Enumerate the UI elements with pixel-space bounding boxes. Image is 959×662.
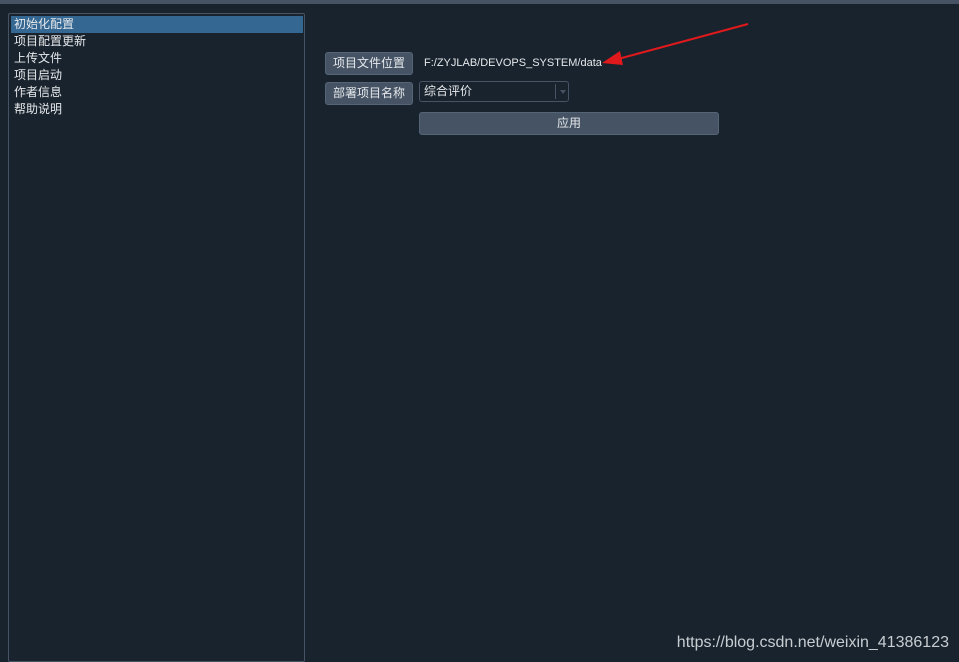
project-name-select[interactable]: 综合评价 <box>419 81 569 102</box>
sidebar-item-help[interactable]: 帮助说明 <box>11 101 303 118</box>
sidebar-list[interactable]: 初始化配置 项目配置更新 上传文件 项目启动 作者信息 帮助说明 <box>8 13 305 662</box>
apply-button[interactable]: 应用 <box>419 112 719 135</box>
select-divider <box>555 84 556 99</box>
window-top-border <box>0 0 959 4</box>
sidebar-item-upload-file[interactable]: 上传文件 <box>11 50 303 67</box>
file-path-label: F:/ZYJLAB/DEVOPS_SYSTEM/data <box>424 57 602 69</box>
sidebar-item-project-config-update[interactable]: 项目配置更新 <box>11 33 303 50</box>
watermark: https://blog.csdn.net/weixin_41386123 <box>676 634 949 651</box>
sidebar-item-init-config[interactable]: 初始化配置 <box>11 16 303 33</box>
chevron-down-icon[interactable] <box>560 90 566 94</box>
deploy-name-button[interactable]: 部署项目名称 <box>325 82 413 105</box>
file-location-button[interactable]: 项目文件位置 <box>325 52 413 75</box>
project-select-value: 综合评价 <box>424 84 473 98</box>
annotation-arrow-icon <box>602 23 749 65</box>
sidebar-item-author-info[interactable]: 作者信息 <box>11 84 303 101</box>
sidebar-item-project-start[interactable]: 项目启动 <box>11 67 303 84</box>
